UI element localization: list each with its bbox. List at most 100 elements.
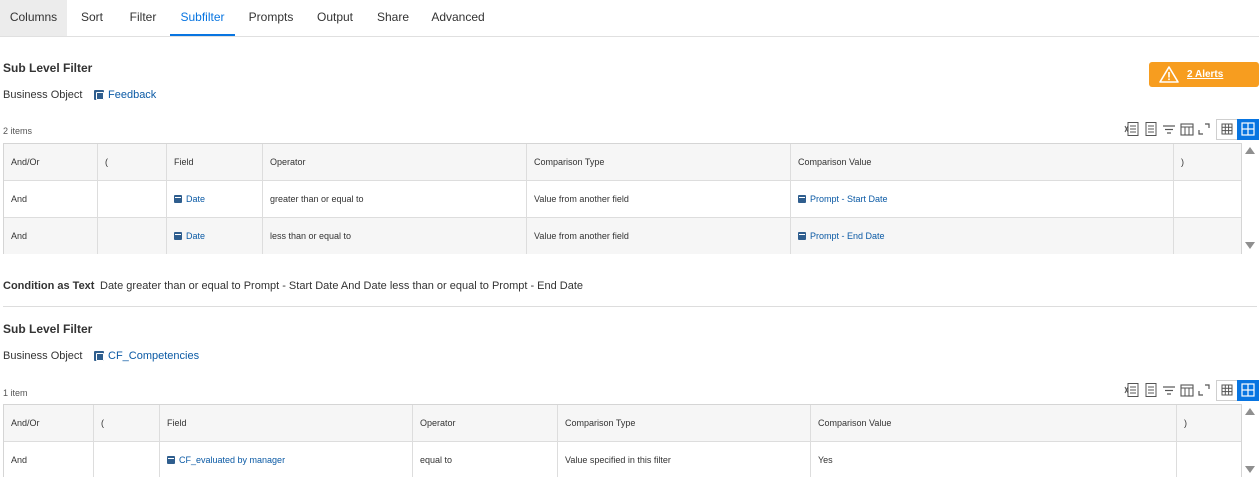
scroll-down-arrow-icon[interactable] <box>1245 242 1255 249</box>
expand-icon[interactable] <box>1196 121 1212 137</box>
column-header-comparison-value: Comparison Value <box>811 405 1177 441</box>
close-paren-cell <box>1177 442 1241 477</box>
comparison-type-cell: Value from another field <box>527 181 791 217</box>
item-count-1: 2 items <box>3 126 33 136</box>
table-row[interactable]: And Date less than or equal to Value fro… <box>4 218 1241 254</box>
field-value: Date <box>186 231 206 241</box>
operator-cell: less than or equal to <box>263 218 527 254</box>
andor-cell: And <box>4 218 98 254</box>
filter-icon[interactable] <box>1161 382 1177 398</box>
column-header-field: Field <box>160 405 413 441</box>
business-object-value-1: Feedback <box>108 89 157 101</box>
andor-cell: And <box>4 181 98 217</box>
tab-advanced[interactable]: Advanced <box>426 0 490 36</box>
scroll-down-arrow-icon[interactable] <box>1245 466 1255 473</box>
tab-filter[interactable]: Filter <box>122 0 164 36</box>
comparison-value-link[interactable]: Prompt - Start Date <box>791 181 1174 217</box>
column-header-comparison-value: Comparison Value <box>791 144 1174 180</box>
grid-view-icon <box>1241 383 1255 397</box>
business-object-value-2: CF_Competencies <box>108 350 200 362</box>
tab-columns[interactable]: Columns <box>0 0 67 36</box>
table-view-icon <box>1221 123 1233 135</box>
table-header-row: And/Or ( Field Operator Comparison Type … <box>4 144 1241 181</box>
field-link[interactable]: Date <box>167 218 263 254</box>
tab-output[interactable]: Output <box>310 0 360 36</box>
condition-text: Date greater than or equal to Prompt - S… <box>100 280 584 292</box>
column-header-operator: Operator <box>413 405 558 441</box>
field-value: CF_evaluated by manager <box>179 454 286 465</box>
grid-scrollbar-2[interactable] <box>1243 404 1257 477</box>
boolean-field-icon <box>167 455 175 464</box>
column-header-open-paren: ( <box>94 405 160 441</box>
column-header-comparison-type: Comparison Type <box>558 405 811 441</box>
columns-icon[interactable] <box>1179 382 1195 398</box>
export-pdf-icon[interactable] <box>1143 382 1159 398</box>
section-divider <box>3 306 1257 307</box>
table-view-toggle[interactable] <box>1216 380 1238 401</box>
field-link[interactable]: CF_evaluated by manager <box>160 442 413 477</box>
alerts-label: 2 Alerts <box>1187 69 1224 80</box>
column-header-close-paren: ) <box>1184 418 1187 428</box>
business-object-link-2[interactable]: CF_Competencies <box>94 350 199 362</box>
item-count-2: 1 item <box>3 388 28 398</box>
column-header-operator: Operator <box>263 144 527 180</box>
column-header-field: Field <box>167 144 263 180</box>
export-excel-icon[interactable] <box>1124 382 1140 398</box>
export-pdf-icon[interactable] <box>1143 121 1159 137</box>
filter-grid-1: And/Or ( Field Operator Comparison Type … <box>3 143 1242 254</box>
prompt-icon <box>798 195 806 203</box>
table-view-icon <box>1221 384 1233 396</box>
close-paren-cell <box>1174 218 1241 254</box>
comparison-value-cell: Yes <box>811 442 1177 477</box>
comparison-value-link[interactable]: Prompt - End Date <box>791 218 1174 254</box>
columns-icon[interactable] <box>1179 121 1195 137</box>
open-paren-cell <box>98 181 167 217</box>
business-object-label-1: Business Object <box>3 89 83 101</box>
open-paren-cell <box>94 442 160 477</box>
business-object-label-2: Business Object <box>3 350 83 362</box>
comparison-value: Prompt - Start Date <box>810 194 888 204</box>
business-object-icon <box>94 90 104 100</box>
tab-prompts[interactable]: Prompts <box>244 0 298 36</box>
filter-icon[interactable] <box>1161 121 1177 137</box>
export-excel-icon[interactable] <box>1124 121 1140 137</box>
table-row[interactable]: And CF_evaluated by manager equal to Val… <box>4 442 1241 477</box>
column-header-close-paren: ) <box>1181 157 1184 167</box>
scroll-up-arrow-icon[interactable] <box>1245 408 1255 415</box>
tab-bar: Columns Sort Filter Subfilter Prompts Ou… <box>0 0 1259 37</box>
filter-grid-2: And/Or ( Field Operator Comparison Type … <box>3 404 1242 477</box>
table-row[interactable]: And Date greater than or equal to Value … <box>4 181 1241 218</box>
warning-icon <box>1159 66 1179 83</box>
table-toolbar-2 <box>1120 380 1259 402</box>
expand-icon[interactable] <box>1196 382 1212 398</box>
column-header-andor: And/Or <box>4 405 94 441</box>
andor-cell: And <box>4 442 94 477</box>
column-header-open-paren: ( <box>98 144 167 180</box>
tab-subfilter[interactable]: Subfilter <box>170 0 235 36</box>
business-object-link-1[interactable]: Feedback <box>94 89 156 101</box>
open-paren-cell <box>98 218 167 254</box>
grid-view-toggle[interactable] <box>1237 119 1259 140</box>
calendar-icon <box>174 232 182 240</box>
table-toolbar-1 <box>1120 119 1259 141</box>
grid-view-icon <box>1241 122 1255 136</box>
prompt-icon <box>798 232 806 240</box>
condition-label: Condition as Text <box>3 280 95 292</box>
field-link[interactable]: Date <box>167 181 263 217</box>
operator-cell: equal to <box>413 442 558 477</box>
grid-scrollbar-1[interactable] <box>1243 143 1257 254</box>
grid-view-toggle[interactable] <box>1237 380 1259 401</box>
comparison-type-cell: Value from another field <box>527 218 791 254</box>
tab-sort[interactable]: Sort <box>72 0 112 36</box>
comparison-type-cell: Value specified in this filter <box>558 442 811 477</box>
tab-share[interactable]: Share <box>372 0 414 36</box>
calendar-icon <box>174 195 182 203</box>
section-title-2: Sub Level Filter <box>3 322 93 336</box>
scroll-up-arrow-icon[interactable] <box>1245 147 1255 154</box>
field-value: Date <box>186 194 206 204</box>
operator-cell: greater than or equal to <box>263 181 527 217</box>
table-header-row: And/Or ( Field Operator Comparison Type … <box>4 405 1241 442</box>
table-view-toggle[interactable] <box>1216 119 1238 140</box>
close-paren-cell <box>1174 181 1241 217</box>
alerts-button[interactable]: 2 Alerts <box>1149 62 1259 87</box>
